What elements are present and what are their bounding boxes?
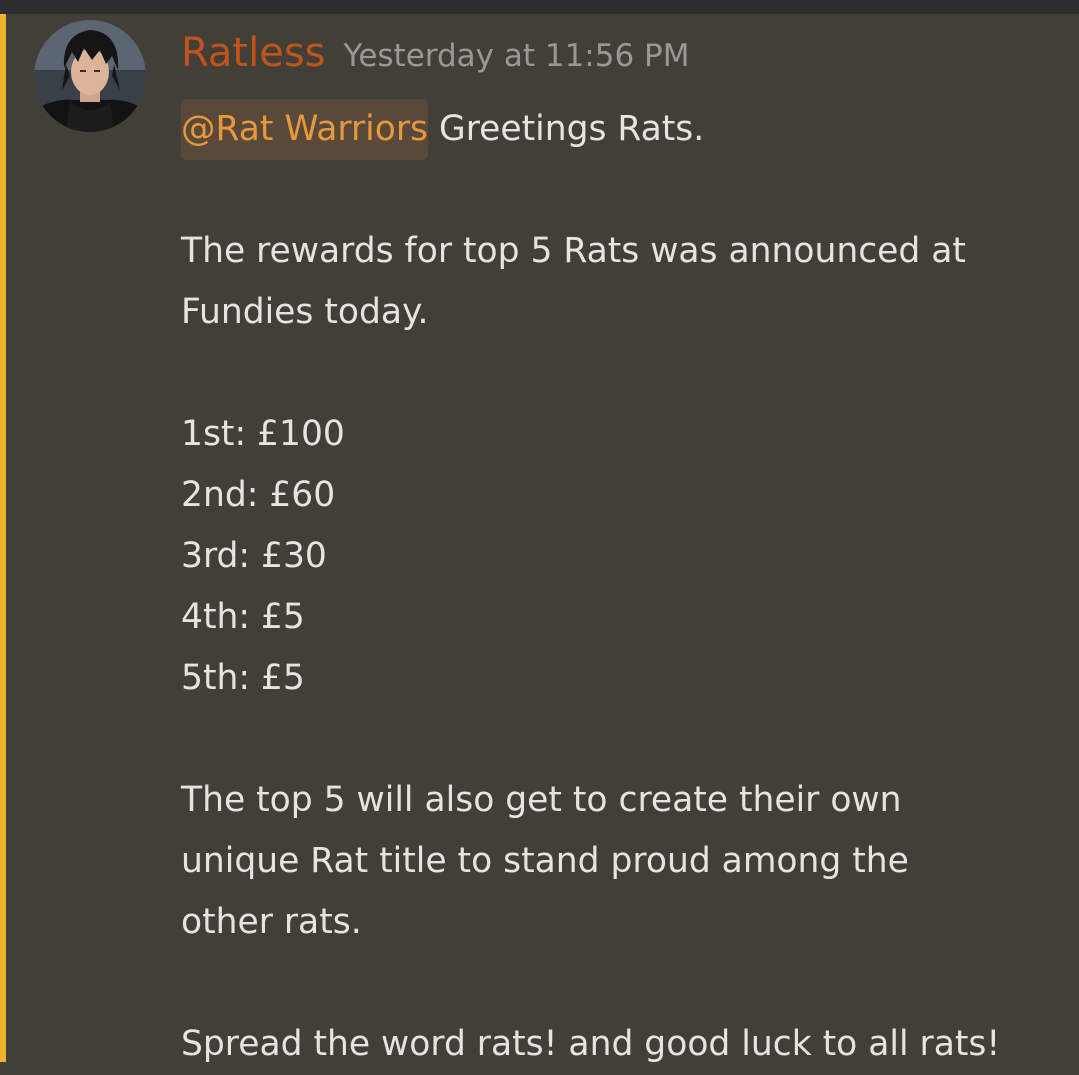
message-line: @Rat Warriors Greetings Rats. xyxy=(181,99,1051,160)
mention-highlight-bar xyxy=(0,14,6,1062)
message-line: other rats. xyxy=(181,892,1051,953)
message-text: 2nd: £60 xyxy=(181,475,336,515)
message-text: 5th: £5 xyxy=(181,658,305,698)
message-text: 4th: £5 xyxy=(181,597,305,637)
message-text: other rats. xyxy=(181,902,362,942)
message-header: Ratless Yesterday at 11:56 PM xyxy=(181,30,690,76)
avatar-image xyxy=(34,20,146,132)
message-line: Spread the word rats! and good luck to a… xyxy=(181,1014,1051,1075)
message-line xyxy=(181,709,1051,770)
message-line: 3rd: £30 xyxy=(181,526,1051,587)
window-top-strip xyxy=(0,0,1079,14)
message-line: Fundies today. xyxy=(181,282,1051,343)
user-avatar[interactable] xyxy=(34,20,146,132)
message-line: unique Rat title to stand proud among th… xyxy=(181,831,1051,892)
message-line: The rewards for top 5 Rats was announced… xyxy=(181,221,1051,282)
message-text: Greetings Rats. xyxy=(428,109,705,149)
message-text: Fundies today. xyxy=(181,292,429,332)
message-line: 1st: £100 xyxy=(181,404,1051,465)
message-line xyxy=(181,160,1051,221)
username[interactable]: Ratless xyxy=(181,30,326,76)
message-text: The top 5 will also get to create their … xyxy=(181,780,902,820)
role-mention[interactable]: @Rat Warriors xyxy=(181,99,429,160)
message-line xyxy=(181,343,1051,404)
message-line: 4th: £5 xyxy=(181,587,1051,648)
message-text: The rewards for top 5 Rats was announced… xyxy=(181,231,966,271)
message-text: Spread the word rats! and good luck to a… xyxy=(181,1024,1001,1064)
message-line: The top 5 will also get to create their … xyxy=(181,770,1051,831)
message-timestamp: Yesterday at 11:56 PM xyxy=(343,38,690,74)
message-line: 5th: £5 xyxy=(181,648,1051,709)
message-text: unique Rat title to stand proud among th… xyxy=(181,841,909,881)
message-line: 2nd: £60 xyxy=(181,465,1051,526)
message-line xyxy=(181,953,1051,1014)
chat-message: Ratless Yesterday at 11:56 PM @Rat Warrio… xyxy=(0,14,1079,1064)
message-text: 3rd: £30 xyxy=(181,536,327,576)
message-text: 1st: £100 xyxy=(181,414,345,454)
message-content: @Rat Warriors Greetings Rats. The reward… xyxy=(181,99,1051,1075)
